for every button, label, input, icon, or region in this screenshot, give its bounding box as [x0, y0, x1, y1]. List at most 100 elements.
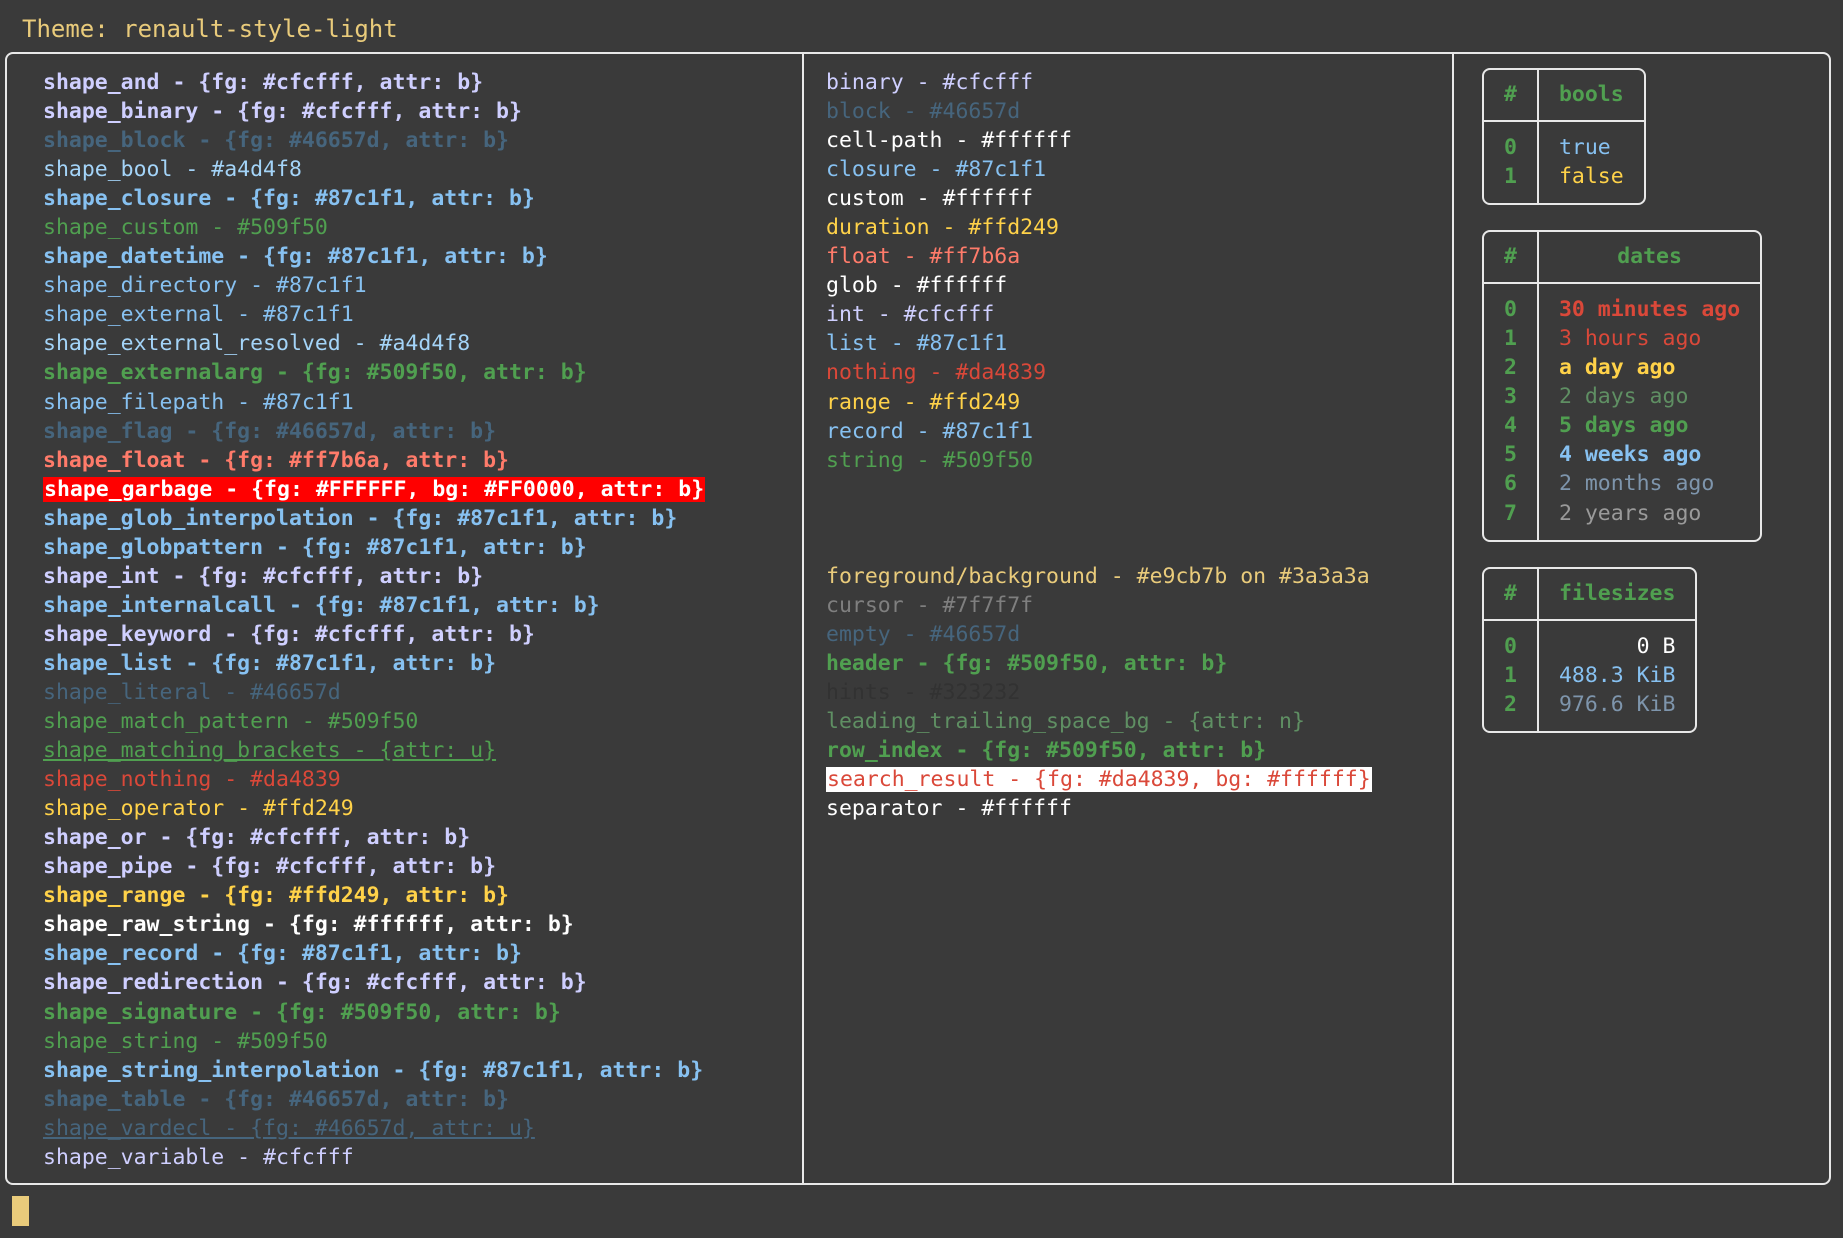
shape-line: shape_variable - #cfcfff — [43, 1144, 354, 1170]
types-spacer — [826, 475, 1452, 504]
shape-line: shape_external - #87c1f1 — [43, 302, 354, 328]
shape-line: shape_and - {fg: #cfcfff, attr: b} — [43, 70, 484, 95]
shape-line: shape_redirection - {fg: #cfcfff, attr: … — [43, 970, 587, 996]
column-header-index: # — [1484, 70, 1539, 123]
row-index: 0 — [1504, 297, 1517, 323]
row-value: 4 weeks ago — [1558, 442, 1702, 468]
column-header-value: bools — [1538, 70, 1644, 123]
row-index: 6 — [1504, 471, 1517, 497]
shape-line: shape_closure - {fg: #87c1f1, attr: b} — [43, 186, 535, 212]
index-cells: 0 1 2 3 4 5 6 7 — [1484, 284, 1539, 540]
row-value: 5 days ago — [1558, 413, 1689, 439]
shape-line: shape_bool - #a4d4f8 — [43, 157, 302, 183]
row-value: a day ago — [1558, 355, 1676, 381]
row-value: 2 months ago — [1558, 471, 1715, 497]
column-header-value: filesizes — [1538, 569, 1696, 621]
type-line: duration - #ffd249 — [826, 215, 1059, 241]
column-header-label: dates — [1617, 244, 1682, 270]
type-line: range - #ffd249 — [826, 389, 1021, 415]
row-index: 2 — [1504, 355, 1517, 381]
ui-element-line: separator - #ffffff — [826, 796, 1072, 822]
shape-line: shape_int - {fg: #cfcfff, attr: b} — [43, 563, 484, 589]
filesizes-table: # filesizes 0 1 2 0 B 488.3 KiB 976.6 KiB — [1482, 566, 1698, 733]
shape-line: shape_matching_brackets - {attr: u} — [43, 738, 497, 764]
row-index: 7 — [1504, 500, 1517, 526]
shape-line: shape_nothing - #da4839 — [43, 767, 341, 793]
theme-preview-screen: Theme: renault-style-light shape_and - {… — [0, 0, 1843, 1238]
ui-element-line: empty - #46657d — [826, 621, 1021, 647]
shape-line: shape_garbage - {fg: #FFFFFF, bg: #FF000… — [43, 475, 802, 504]
panels-container: shape_and - {fg: #cfcfff, attr: b} shape_… — [7, 54, 1829, 1183]
row-value: 2 years ago — [1558, 500, 1702, 526]
shape-line: shape_globpattern - {fg: #87c1f1, attr: … — [43, 534, 587, 560]
shape-line: shape_vardecl - {fg: #46657d, attr: u} — [43, 1115, 535, 1141]
ui-element-highlight: search_result - {fg: #da4839, bg: #fffff… — [826, 766, 1372, 792]
shape-line: shape_block - {fg: #46657d, attr: b} — [43, 128, 509, 154]
ui-element-line: foreground/background - #e9cb7b on #3a3a… — [826, 563, 1370, 589]
type-line: cell-path - #ffffff — [826, 128, 1072, 154]
shape-line: shape_directory - #87c1f1 — [43, 273, 367, 299]
table-body-row: 0 1 2 3 4 5 6 7 30 minutes ago 3 hours ago a day a… — [1484, 284, 1760, 540]
type-line: record - #87c1f1 — [826, 418, 1034, 444]
row-index: 1 — [1504, 326, 1517, 352]
shape-line: shape_string_interpolation - {fg: #87c1f… — [43, 1057, 704, 1083]
shape-line: shape_internalcall - {fg: #87c1f1, attr:… — [43, 592, 600, 618]
column-header-value: dates — [1538, 232, 1761, 285]
row-value: 976.6 KiB — [1558, 691, 1676, 717]
ui-element-line: search_result - {fg: #da4839, bg: #fffff… — [826, 765, 1452, 794]
table-dates: # dates 0 1 2 3 4 5 6 7 30 minutes ago 3 hours ago a… — [1482, 230, 1829, 542]
ui-element-line: leading_trailing_space_bg - {attr: n} — [826, 708, 1305, 734]
shape-line: shape_binary - {fg: #cfcfff, attr: b} — [43, 99, 522, 125]
value-cells: 0 B 488.3 KiB 976.6 KiB — [1539, 621, 1696, 731]
shape-line: shape_or - {fg: #cfcfff, attr: b} — [43, 825, 471, 851]
row-index: 1 — [1504, 164, 1517, 190]
row-value: true — [1558, 135, 1611, 161]
page-title: Theme: renault-style-light — [22, 15, 398, 43]
bools-table: # bools 0 1 true false — [1482, 68, 1646, 206]
shapes-list: shape_and - {fg: #cfcfff, attr: b} shape_… — [43, 68, 802, 1172]
type-line: custom - #ffffff — [826, 186, 1034, 212]
row-index: 5 — [1504, 442, 1517, 468]
terminal-cursor — [12, 1196, 29, 1226]
shape-line: shape_signature - {fg: #509f50, attr: b} — [43, 999, 561, 1025]
shape-line: shape_datetime - {fg: #87c1f1, attr: b} — [43, 244, 548, 270]
column-header-index: # — [1484, 568, 1539, 621]
shape-line: shape_operator - #ffd249 — [43, 796, 354, 822]
type-line: list - #87c1f1 — [826, 331, 1008, 357]
shape-line: shape_pipe - {fg: #cfcfff, attr: b} — [43, 854, 497, 880]
row-index: 4 — [1504, 413, 1517, 439]
shape-line: shape_table - {fg: #46657d, attr: b} — [43, 1086, 509, 1112]
table-header-row: # filesizes — [1484, 568, 1696, 621]
row-value: 3 hours ago — [1558, 326, 1702, 352]
shape-line: shape_raw_string - {fg: #ffffff, attr: b… — [43, 912, 574, 938]
row-index: 3 — [1504, 384, 1517, 410]
shape-line: shape_list - {fg: #87c1f1, attr: b} — [43, 650, 497, 676]
row-index: 2 — [1504, 691, 1517, 717]
types-list: binary - #cfcfff block - #46657d cell-path… — [826, 68, 1452, 475]
ui-element-line: row_index - {fg: #509f50, attr: b} — [826, 737, 1267, 763]
dates-table: # dates 0 1 2 3 4 5 6 7 30 minutes ago 3 hours ago a… — [1482, 230, 1763, 542]
shape-line: shape_match_pattern - #509f50 — [43, 709, 419, 735]
table-header-row: # bools — [1484, 70, 1644, 123]
ui-element-line: hints - #323232 — [826, 679, 1021, 705]
shape-line: shape_float - {fg: #ff7b6a, attr: b} — [43, 447, 509, 473]
shape-line: shape_flag - {fg: #46657d, attr: b} — [43, 418, 497, 444]
type-line: binary - #cfcfff — [826, 70, 1034, 95]
index-cells: 01 — [1484, 122, 1539, 204]
shape-line: shape_record - {fg: #87c1f1, attr: b} — [43, 941, 522, 967]
column-header-index: # — [1484, 232, 1539, 285]
row-index: 1 — [1504, 662, 1517, 688]
ui-elements-list: foreground/background - #e9cb7b on #3a3a… — [826, 562, 1452, 823]
type-line: block - #46657d — [826, 99, 1021, 125]
type-line: int - #cfcfff — [826, 302, 995, 328]
shape-line: shape_literal - #46657d — [43, 679, 341, 705]
index-cells: 0 1 2 — [1484, 620, 1539, 731]
column-header-label: bools — [1558, 82, 1624, 107]
shape-line: shape_glob_interpolation - {fg: #87c1f1,… — [43, 505, 678, 531]
shape-line: shape_string - #509f50 — [43, 1028, 328, 1054]
value-cells: 30 minutes ago 3 hours ago a day ago 2 days… — [1539, 284, 1760, 539]
tables-area: # bools 0 1 true false # dates 0 1 2 3 4 5 6 7 30 minute… — [1482, 68, 1829, 733]
shapes-panel: shape_and - {fg: #cfcfff, attr: b} shape_… — [7, 54, 802, 1183]
type-line: string - #509f50 — [826, 447, 1034, 473]
shape-line: shape_keyword - {fg: #cfcfff, attr: b} — [43, 621, 535, 647]
